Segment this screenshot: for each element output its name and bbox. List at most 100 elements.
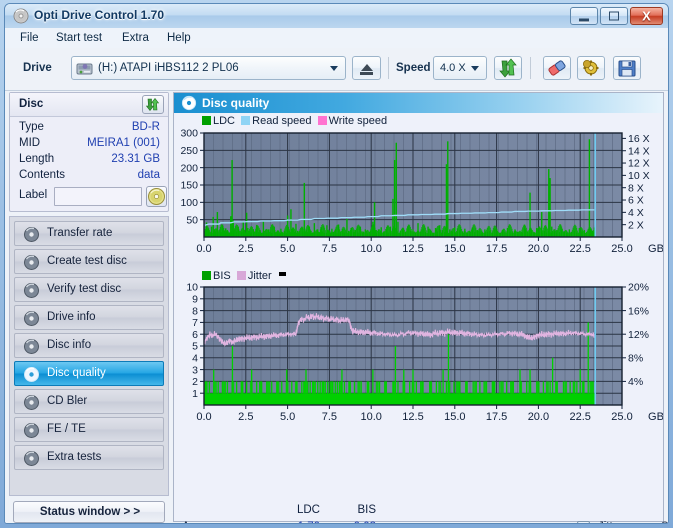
sidebar-item-fe-te[interactable]: FE / TE [14, 417, 164, 442]
legend-swatch-read-speed [241, 116, 251, 125]
svg-text:25.0: 25.0 [611, 243, 632, 255]
sidebar-item-label: CD Bler [47, 395, 88, 407]
disc-refresh-button[interactable] [142, 95, 164, 114]
settings-button[interactable] [577, 56, 605, 80]
disc-info-panel: Disc Type BD-R MID MEIRA1 (001) Length 2… [9, 92, 169, 212]
disc-row-label: Contents [19, 169, 66, 181]
disc-icon [24, 339, 39, 354]
minimize-button[interactable] [570, 7, 598, 25]
sidebar-item-cd-bler[interactable]: CD Bler [14, 389, 164, 414]
svg-text:9: 9 [192, 294, 198, 306]
svg-text:20%: 20% [628, 282, 649, 294]
sidebar-item-transfer-rate[interactable]: Transfer rate [14, 221, 164, 246]
svg-text:16%: 16% [628, 305, 649, 317]
svg-text:GB: GB [648, 411, 663, 423]
svg-text:300: 300 [180, 128, 198, 140]
svg-text:7: 7 [192, 317, 198, 329]
menu-bar: File Start test Extra Help [5, 28, 668, 48]
svg-text:1: 1 [192, 388, 198, 400]
disc-row-label: Length [19, 153, 55, 165]
stats-row-avg: Avg [182, 521, 202, 523]
drive-icon [76, 63, 93, 75]
disc-row-contents: Contents data [10, 169, 168, 185]
nav-list: Transfer rate Create test disc Verify te… [9, 216, 169, 496]
jitter-label: Jitter [598, 521, 623, 523]
svg-text:2.5: 2.5 [238, 411, 253, 423]
bis-chart[interactable]: 12345678910 4% 8% 12% 16% 20% 0.0 2.5 5.0 7.5 10.0… [174, 281, 663, 426]
svg-text:22.5: 22.5 [569, 243, 590, 255]
sidebar-item-disc-quality[interactable]: Disc quality [14, 361, 164, 386]
content-area: Drive (H:) ATAPI iHBS112 2 PL06 Speed 4.… [5, 48, 668, 523]
svg-text:5: 5 [192, 341, 198, 353]
eject-icon [361, 64, 373, 71]
svg-text:7.5: 7.5 [322, 243, 337, 255]
svg-text:14 X: 14 X [628, 145, 650, 157]
svg-text:0.0: 0.0 [196, 243, 211, 255]
sidebar-item-create-test-disc[interactable]: Create test disc [14, 249, 164, 274]
close-button[interactable]: X [630, 7, 663, 25]
disc-icon [24, 367, 39, 382]
disc-row-value: 23.31 GB [111, 153, 160, 165]
refresh-button[interactable] [494, 56, 522, 80]
menu-item-file[interactable]: File [13, 30, 46, 46]
legend-label-ldc: LDC [213, 115, 236, 127]
sidebar-item-extra-tests[interactable]: Extra tests [14, 445, 164, 470]
eject-icon-bar [360, 72, 373, 75]
disc-row-label: MID [19, 137, 41, 149]
disc-row-value: BD-R [131, 121, 160, 133]
drive-label: Drive [23, 62, 52, 74]
svg-text:16 X: 16 X [628, 133, 650, 145]
svg-text:50: 50 [186, 214, 198, 226]
label-field-label: Label [19, 189, 48, 201]
save-button[interactable] [613, 56, 641, 80]
stats-header-ldc: LDC [296, 504, 320, 516]
ldc-chart[interactable]: 50 100 150 200 250 300 2 X4 X6 X8 X10 X12 X14 … [174, 127, 663, 257]
eject-button[interactable] [352, 56, 381, 80]
disc-icon [24, 227, 39, 242]
legend-label-read-speed: Read speed [252, 115, 312, 127]
sidebar-item-label: Extra tests [47, 451, 102, 463]
toolbar-separator-2 [530, 57, 531, 79]
status-window-button[interactable]: Status window > > [13, 501, 165, 523]
window-frame: Opti Drive Control 1.70 X File Start tes… [4, 3, 669, 524]
svg-text:20.0: 20.0 [528, 243, 549, 255]
svg-text:2 X: 2 X [628, 219, 644, 231]
disc-icon [24, 255, 39, 270]
jitter-checkbox[interactable] [577, 521, 590, 523]
main-panel: Disc quality LDC Read speed Write speed … [173, 92, 668, 523]
menu-item-start-test[interactable]: Start test [49, 30, 109, 46]
app-window: Opti Drive Control 1.70 X File Start tes… [0, 0, 673, 528]
label-input[interactable] [54, 187, 142, 206]
legend-swatch-ldc [202, 116, 211, 125]
label-disc-button[interactable] [146, 186, 167, 207]
drive-select[interactable]: (H:) ATAPI iHBS112 2 PL06 [71, 56, 346, 80]
svg-text:5.0: 5.0 [280, 243, 295, 255]
svg-text:17.5: 17.5 [486, 411, 507, 423]
maximize-button[interactable] [600, 7, 628, 25]
sidebar-item-drive-info[interactable]: Drive info [14, 305, 164, 330]
sidebar-item-verify-test-disc[interactable]: Verify test disc [14, 277, 164, 302]
refresh-icon [145, 98, 160, 111]
svg-text:100: 100 [180, 197, 198, 209]
erase-button[interactable] [543, 56, 571, 80]
sidebar-item-disc-info[interactable]: Disc info [14, 333, 164, 358]
maximize-icon [609, 11, 619, 21]
svg-text:8 X: 8 X [628, 182, 644, 194]
drive-value: (H:) ATAPI iHBS112 2 PL06 [98, 62, 239, 74]
svg-text:10.0: 10.0 [360, 411, 381, 423]
save-icon [618, 60, 636, 77]
settings-icon [583, 60, 599, 76]
menu-item-help[interactable]: Help [160, 30, 198, 46]
legend-swatch-bis [202, 271, 211, 280]
legend-swatch-write-speed [317, 116, 327, 125]
chevron-down-icon [471, 66, 479, 71]
svg-text:10 X: 10 X [628, 170, 650, 182]
sidebar: Disc Type BD-R MID MEIRA1 (001) Length 2… [9, 92, 169, 523]
sidebar-item-label: Disc info [47, 339, 92, 351]
sidebar-item-label: Disc quality [47, 367, 106, 379]
sidebar-item-label: Verify test disc [47, 283, 122, 295]
svg-text:8%: 8% [628, 353, 643, 365]
svg-text:6 X: 6 X [628, 195, 644, 207]
menu-item-extra[interactable]: Extra [115, 30, 156, 46]
speed-select[interactable]: 4.0 X [433, 56, 487, 80]
